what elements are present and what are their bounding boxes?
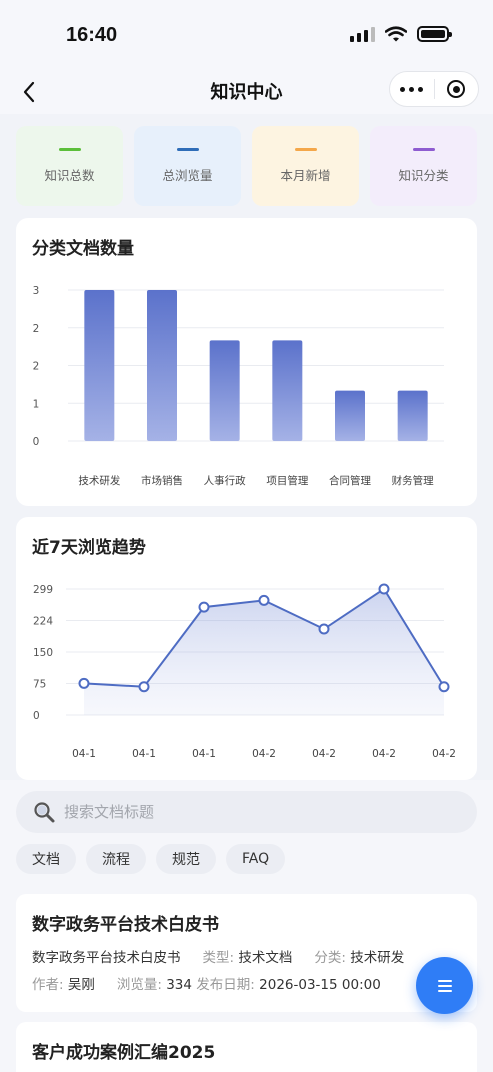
stat-accent-bar bbox=[412, 148, 435, 151]
y-tick-label: 3 bbox=[33, 285, 40, 297]
filter-chip-standard[interactable]: 规范 bbox=[156, 844, 216, 874]
battery-icon bbox=[417, 26, 452, 42]
cellular-signal-icon bbox=[350, 26, 375, 42]
data-point[interactable] bbox=[378, 583, 390, 595]
bar[interactable] bbox=[84, 290, 115, 441]
x-tick-label: 04-2 bbox=[312, 748, 336, 760]
y-tick-label: 0 bbox=[33, 436, 40, 448]
document-card[interactable]: 数字政务平台技术白皮书 数字政务平台技术白皮书 类型: 技术文档 分类: 技术研发 … bbox=[16, 894, 477, 1012]
type-value: 技术文档 bbox=[238, 950, 293, 966]
date-key: 发布日期: bbox=[196, 977, 255, 993]
x-tick-label: 04-1 bbox=[72, 748, 96, 760]
views-key: 浏览量: bbox=[116, 977, 162, 993]
bar[interactable] bbox=[147, 290, 177, 441]
author-key: 作者: bbox=[32, 977, 64, 993]
stat-label: 总浏览量 bbox=[162, 168, 213, 183]
views-value: 334 bbox=[166, 977, 192, 993]
stats-row: 知识总数 总浏览量 本月新增 知识分类 bbox=[16, 126, 477, 206]
x-tick-label: 合同管理 bbox=[329, 474, 371, 487]
bar[interactable] bbox=[335, 390, 365, 441]
x-tick-label: 04-1 bbox=[132, 748, 156, 760]
stat-accent-bar bbox=[294, 148, 317, 151]
category-key: 分类: bbox=[314, 950, 346, 966]
y-tick-label: 224 bbox=[33, 616, 53, 628]
bar[interactable] bbox=[397, 390, 428, 441]
y-tick-label: 299 bbox=[33, 584, 53, 596]
wifi-icon bbox=[385, 26, 407, 42]
document-list-section: 文档 流程 规范 FAQ 数字政务平台技术白皮书 数字政务平台技术白皮书 类型: … bbox=[0, 780, 493, 1072]
close-miniprogram-button[interactable] bbox=[435, 72, 479, 106]
data-point[interactable] bbox=[438, 681, 450, 693]
search-input[interactable] bbox=[64, 803, 444, 821]
x-tick-label: 市场销售 bbox=[141, 474, 183, 487]
target-circle-icon bbox=[447, 80, 466, 98]
x-tick-label: 04-2 bbox=[432, 748, 456, 760]
x-tick-label: 04-1 bbox=[192, 748, 216, 760]
menu-icon bbox=[437, 979, 452, 992]
bar[interactable] bbox=[209, 340, 240, 441]
document-subtitle: 数字政务平台技术白皮书 bbox=[32, 950, 181, 966]
mini-program-capsule bbox=[389, 71, 479, 107]
category-doc-count-card: 分类文档数量 0 1 2 2 3 技术研发 市场销售 人事行政 项目管理 合同管理 财务管理 bbox=[16, 218, 477, 506]
weekly-views-card: 近7天浏览趋势 0 75 150 224 299 04-1 04-1 04-1 04-2 04-2… bbox=[16, 517, 477, 780]
y-tick-label: 0 bbox=[33, 710, 40, 722]
filter-chips: 文档 流程 规范 FAQ bbox=[16, 844, 286, 874]
stat-label: 本月新增 bbox=[280, 168, 331, 183]
x-tick-label: 04-2 bbox=[252, 748, 276, 760]
date-value: 2026-03-15 00:00 bbox=[259, 977, 381, 993]
x-tick-label: 04-2 bbox=[372, 748, 396, 760]
filter-chip-process[interactable]: 流程 bbox=[86, 844, 146, 874]
x-tick-label: 项目管理 bbox=[266, 474, 308, 487]
category-value: 技术研发 bbox=[350, 950, 405, 966]
filter-chip-faq[interactable]: FAQ bbox=[226, 844, 286, 874]
stat-accent-bar bbox=[58, 148, 81, 151]
stat-card-new[interactable]: 本月新增 bbox=[252, 126, 359, 206]
data-point[interactable] bbox=[138, 681, 150, 693]
status-icons bbox=[350, 26, 452, 42]
stat-card-categories[interactable]: 知识分类 bbox=[370, 126, 477, 206]
document-card[interactable]: 客户成功案例汇编2025 bbox=[16, 1022, 477, 1072]
search-bar[interactable] bbox=[16, 791, 477, 833]
x-tick-label: 技术研发 bbox=[78, 474, 120, 487]
y-tick-label: 1 bbox=[33, 398, 40, 410]
more-dots-icon bbox=[400, 86, 424, 92]
y-tick-label: 2 bbox=[33, 361, 40, 373]
status-bar: 16:40 bbox=[0, 0, 493, 70]
data-point[interactable] bbox=[258, 594, 270, 606]
document-meta-row-2: 作者: 吴刚 浏览量: 334 发布日期: 2026-03-15 00:00 bbox=[32, 973, 381, 993]
document-title: 数字政务平台技术白皮书 bbox=[32, 915, 219, 935]
status-time: 16:40 bbox=[66, 24, 118, 46]
data-point[interactable] bbox=[318, 623, 330, 635]
y-tick-label: 75 bbox=[33, 679, 46, 691]
x-tick-label: 人事行政 bbox=[204, 474, 246, 487]
author-value: 吴刚 bbox=[67, 977, 95, 993]
type-key: 类型: bbox=[202, 950, 235, 966]
menu-fab-button[interactable] bbox=[416, 957, 473, 1014]
bar[interactable] bbox=[272, 340, 303, 441]
search-icon bbox=[34, 802, 55, 823]
more-button[interactable] bbox=[390, 72, 434, 106]
line-chart: 0 75 150 224 299 04-1 04-1 04-1 04-2 04-2 04-2 04-2 bbox=[33, 583, 456, 760]
stat-label: 知识分类 bbox=[398, 168, 449, 183]
bar-chart: 0 1 2 2 3 技术研发 市场销售 人事行政 项目管理 合同管理 财务管理 bbox=[33, 285, 444, 487]
filter-chip-doc[interactable]: 文档 bbox=[16, 844, 76, 874]
stat-label: 知识总数 bbox=[44, 168, 95, 183]
y-tick-label: 150 bbox=[33, 647, 53, 659]
document-meta-row-1: 数字政务平台技术白皮书 类型: 技术文档 分类: 技术研发 bbox=[32, 946, 404, 966]
stat-card-total[interactable]: 知识总数 bbox=[16, 126, 123, 206]
nav-bar: 知识中心 bbox=[0, 70, 493, 114]
document-title: 客户成功案例汇编2025 bbox=[32, 1043, 216, 1063]
data-point[interactable] bbox=[78, 677, 90, 689]
data-point[interactable] bbox=[198, 601, 210, 613]
stat-card-views[interactable]: 总浏览量 bbox=[134, 126, 241, 206]
y-tick-label: 2 bbox=[33, 323, 40, 335]
x-tick-label: 财务管理 bbox=[392, 474, 434, 487]
stat-accent-bar bbox=[176, 148, 199, 151]
